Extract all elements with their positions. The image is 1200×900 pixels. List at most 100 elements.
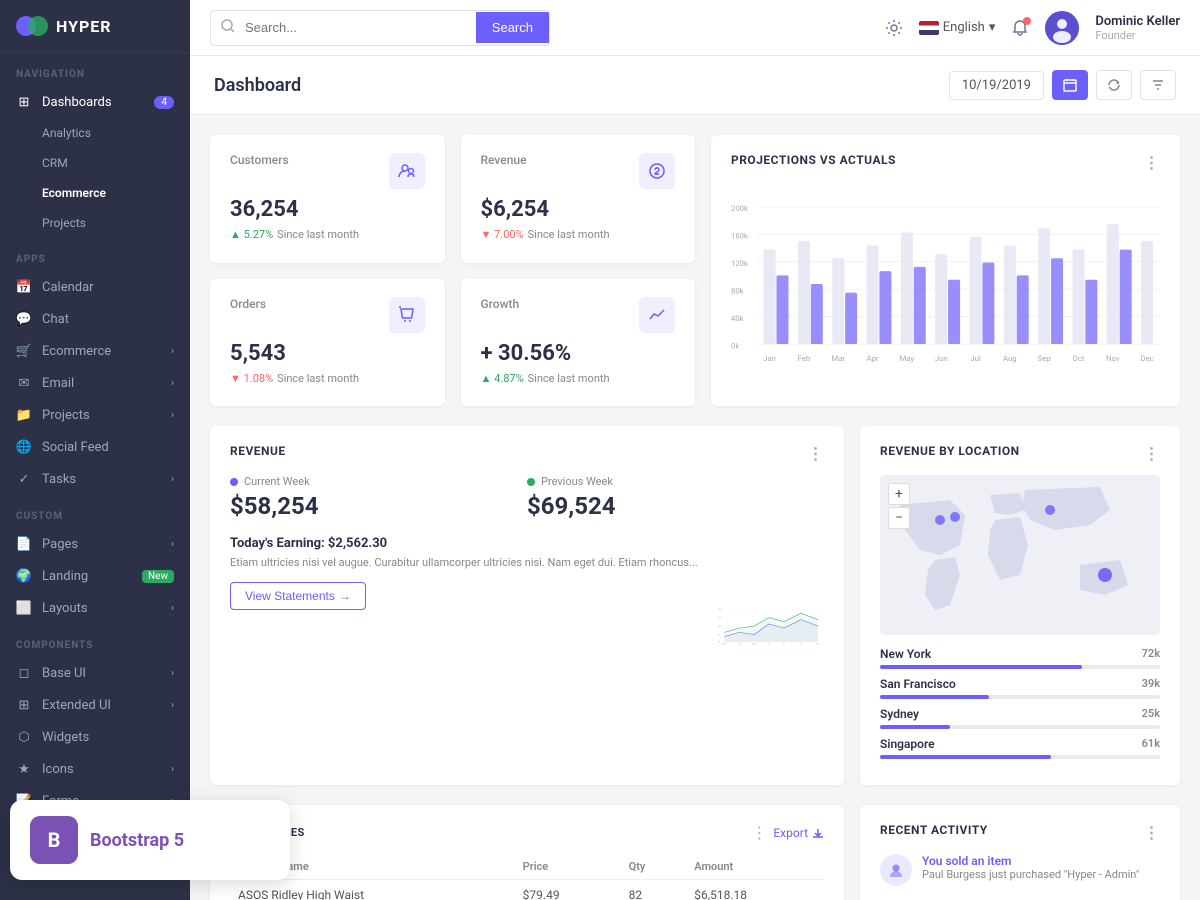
sidebar-item-icons[interactable]: ★ Icons › [0,753,190,785]
sidebar-item-social-feed[interactable]: 🌐 Social Feed [0,431,190,463]
export-button[interactable]: Export [773,826,824,840]
svg-text:Mar: Mar [831,354,845,363]
location-bars: New York 72k San Francisco 39k Sydney 25… [880,647,1160,759]
sidebar-item-layouts[interactable]: ⬜ Layouts › [0,592,190,624]
sidebar-item-tasks[interactable]: ✓ Tasks › [0,463,190,495]
progress-fill [880,725,950,729]
revenue-change: ▼ 7.00% [481,228,524,241]
sidebar-item-extended-ui[interactable]: ⊞ Extended UI › [0,689,190,721]
sidebar-item-label: Email [42,376,74,391]
topbar: Search English ▾ Dominic Keller Founder [190,0,1200,56]
svg-text:9k: 9k [718,635,720,637]
activity-menu[interactable]: ⋮ [1144,823,1161,842]
progress-fill [880,755,1051,759]
sidebar-item-landing[interactable]: 🌍 Landing New [0,560,190,592]
layouts-icon: ⬜ [16,600,32,616]
svg-text:Sat: Sat [799,643,802,646]
sidebar-item-pages[interactable]: 📄 Pages › [0,528,190,560]
map-menu[interactable]: ⋮ [1144,444,1161,463]
customers-icon [389,153,425,189]
sidebar-item-ecommerce-app[interactable]: 🛒 Ecommerce › [0,335,190,367]
location-name: Sydney 25k [880,707,1160,721]
svg-text:Dec: Dec [1141,354,1154,363]
projects-icon: 📁 [16,407,32,423]
svg-text:Wed: Wed [752,644,756,646]
chevron-right-icon: › [171,700,174,711]
map-zoom-out[interactable]: − [888,507,910,529]
sidebar-item-base-ui[interactable]: ◻ Base UI › [0,657,190,689]
sidebar-item-label: Dashboards [42,95,112,110]
earning-title: Today's Earning: $2,562.30 [230,536,698,551]
sidebar: HYPER NAVIGATION ⊞ Dashboards 4 Analytic… [0,0,190,900]
sidebar-item-label: Chat [42,312,69,327]
revenue-menu[interactable]: ⋮ [808,444,825,463]
table-row: ASOS Ridley High Waist $79.49 82 $6,518.… [230,880,824,900]
customers-label: Customers [230,153,289,167]
progress-fill [880,695,989,699]
svg-text:Tue: Tue [737,644,740,646]
projections-menu[interactable]: ⋮ [1144,153,1161,172]
revenue-change-label: Since last month [528,228,610,241]
social-icon: 🌐 [16,439,32,455]
page-title: Dashboard [214,75,301,96]
search-button[interactable]: Search [476,12,549,43]
sidebar-item-projects-app[interactable]: 📁 Projects › [0,399,190,431]
icons-icon: ★ [16,761,32,777]
prev-week-dot [527,478,535,486]
topbar-right: English ▾ Dominic Keller Founder [885,11,1180,45]
revenue-text: Today's Earning: $2,562.30 Etiam ultrici… [230,536,698,610]
revenue-stat-label: Revenue [481,153,527,167]
sidebar-item-projects[interactable]: Projects [0,208,190,238]
calendar-icon: 📅 [16,279,32,295]
view-statements-button[interactable]: View Statements → [230,582,366,610]
sidebar-logo: HYPER [0,0,190,53]
revenue-stat-value: $6,254 [481,197,676,222]
new-badge: New [142,570,174,583]
sidebar-item-dashboards[interactable]: ⊞ Dashboards 4 [0,86,190,118]
sidebar-item-ecommerce[interactable]: Ecommerce [0,178,190,208]
search-input[interactable] [245,12,476,43]
sidebar-item-widgets[interactable]: ⬡ Widgets [0,721,190,753]
tasks-icon: ✓ [16,471,32,487]
map-title: REVENUE BY LOCATION [880,444,1020,463]
page-header: Dashboard 10/19/2019 [190,56,1200,115]
svg-text:36k: 36k [718,609,721,611]
svg-text:Sep: Sep [1038,354,1051,363]
table-menu[interactable]: ⋮ [751,823,767,842]
svg-text:40k: 40k [731,314,744,323]
svg-text:80k: 80k [731,286,744,295]
grid-icon: ⊞ [16,94,32,110]
map-zoom-in[interactable]: + [888,483,910,505]
sidebar-item-email[interactable]: ✉ Email › [0,367,190,399]
sidebar-item-label: Pages [42,537,78,552]
growth-label: Growth [481,297,520,311]
sidebar-item-chat[interactable]: 💬 Chat [0,303,190,335]
projections-card: PROJECTIONS VS ACTUALS ⋮ 200k 160k 120k … [711,135,1180,406]
sidebar-item-crm[interactable]: CRM [0,148,190,178]
progress-bar [880,665,1160,669]
current-week-dot [230,478,238,486]
chevron-right-icon: › [171,603,174,614]
svg-text:Apr: Apr [867,354,879,363]
refresh-btn[interactable] [1096,70,1132,100]
sidebar-item-calendar[interactable]: 📅 Calendar [0,271,190,303]
customers-change: ▲ 5.27% [230,228,273,241]
chevron-down-icon: ▾ [989,20,996,35]
calendar-btn[interactable] [1052,70,1088,100]
filter-btn[interactable] [1140,70,1176,100]
progress-fill [880,665,1082,669]
user-info: Dominic Keller Founder [1095,14,1180,42]
language-selector[interactable]: English ▾ [919,20,996,35]
svg-text:120k: 120k [731,259,748,268]
cell-qty: 82 [621,880,687,900]
svg-text:Sun: Sun [816,644,819,646]
current-week-label: Current Week [244,475,310,488]
chevron-right-icon: › [171,410,174,421]
sidebar-item-analytics[interactable]: Analytics [0,118,190,148]
activity-content: You sold an item Paul Burgess just purch… [922,854,1139,881]
revenue-line-chart: 36k 27k 18k 9k 0k [718,536,824,716]
col-price: Price [515,854,621,880]
notification-icon[interactable] [1011,19,1029,37]
settings-icon[interactable] [885,19,903,37]
stats-right: Revenue $6,254 ▼ 7.00% Since last month [461,135,696,406]
